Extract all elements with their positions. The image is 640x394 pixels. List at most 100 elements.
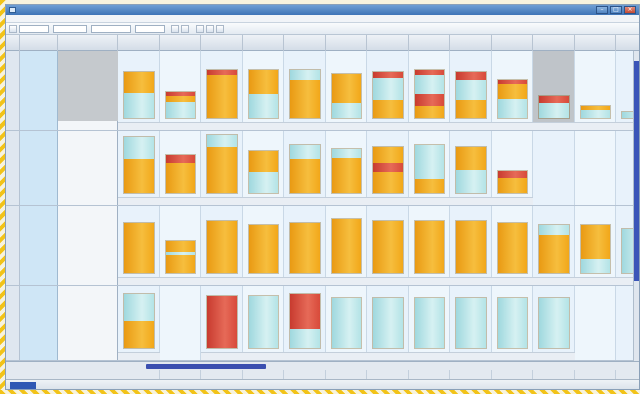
- toolbar-button[interactable]: [216, 25, 224, 33]
- capacity-bar[interactable]: [538, 297, 570, 349]
- filter-combo[interactable]: [91, 25, 131, 33]
- capacity-bar[interactable]: [247, 69, 279, 119]
- capacity-bar[interactable]: [247, 295, 279, 349]
- period-combo[interactable]: [53, 25, 87, 33]
- cell-footer: [201, 197, 243, 205]
- cell-footer: [491, 277, 533, 285]
- capacity-bar[interactable]: [372, 146, 404, 194]
- orange-load-segment: [580, 225, 610, 259]
- cell-footer: [159, 197, 201, 205]
- capacity-bar[interactable]: [413, 297, 445, 349]
- capacity-bar[interactable]: [330, 73, 362, 119]
- maximize-button[interactable]: □: [610, 6, 622, 14]
- red-load-segment: [497, 171, 527, 178]
- capacity-bar[interactable]: [247, 150, 279, 194]
- capacity-bar[interactable]: [289, 69, 321, 119]
- toolbar-button[interactable]: [181, 25, 189, 33]
- planning-grid: [6, 51, 639, 361]
- capacity-bar[interactable]: [206, 220, 238, 274]
- cyan-load-segment: [124, 294, 154, 321]
- toolbar-button[interactable]: [171, 25, 179, 33]
- capacity-bar[interactable]: [206, 134, 238, 194]
- capacity-bar[interactable]: [123, 136, 155, 194]
- capacity-bar[interactable]: [289, 144, 321, 194]
- capacity-bar[interactable]: [372, 297, 404, 349]
- view-combo[interactable]: [19, 25, 49, 33]
- capacity-bar[interactable]: [455, 71, 487, 119]
- resource-lane[interactable]: [6, 51, 639, 131]
- capacity-bar[interactable]: [538, 224, 570, 274]
- day-column-header[interactable]: [326, 35, 367, 51]
- cell-footer: [242, 197, 284, 205]
- capacity-bar[interactable]: [123, 71, 155, 119]
- capacity-bar[interactable]: [330, 297, 362, 349]
- name-column-header[interactable]: [20, 35, 58, 51]
- minimize-button[interactable]: –: [596, 6, 608, 14]
- capacity-bar[interactable]: [455, 146, 487, 194]
- day-column-header[interactable]: [160, 35, 201, 51]
- capacity-bar[interactable]: [164, 154, 196, 194]
- capacity-bar[interactable]: [123, 222, 155, 274]
- cyan-load-segment: [124, 137, 154, 160]
- cell-footer: [450, 277, 492, 285]
- capacity-bar[interactable]: [330, 148, 362, 194]
- day-column-header[interactable]: [284, 35, 326, 51]
- day-column-header[interactable]: [616, 35, 639, 51]
- status-indicator: [10, 382, 36, 389]
- toolbar-button[interactable]: [206, 25, 214, 33]
- capacity-bar[interactable]: [289, 293, 321, 349]
- day-column-header[interactable]: [201, 35, 243, 51]
- horizontal-scrollbar-thumb[interactable]: [146, 364, 266, 369]
- capacity-bar[interactable]: [372, 220, 404, 274]
- capacity-bar[interactable]: [538, 95, 570, 119]
- resource-lane[interactable]: [6, 131, 639, 206]
- capacity-bar[interactable]: [579, 105, 611, 119]
- capacity-bar[interactable]: [413, 220, 445, 274]
- capacity-bar[interactable]: [372, 71, 404, 119]
- toolbar-button[interactable]: [9, 25, 17, 33]
- day-column-header[interactable]: [367, 35, 409, 51]
- capacity-bar[interactable]: [579, 224, 611, 274]
- toolbar-button[interactable]: [196, 25, 204, 33]
- capacity-bar[interactable]: [455, 220, 487, 274]
- day-column-header[interactable]: [243, 35, 284, 51]
- day-column-header[interactable]: [118, 35, 160, 51]
- red-load-segment: [373, 163, 403, 173]
- capacity-bar[interactable]: [247, 224, 279, 274]
- capacity-bar[interactable]: [206, 69, 238, 119]
- capacity-bar[interactable]: [164, 240, 196, 274]
- capacity-bar[interactable]: [330, 218, 362, 274]
- orange-load-segment: [414, 221, 444, 273]
- red-load-segment: [414, 94, 444, 106]
- capacity-bar[interactable]: [164, 91, 196, 119]
- cell-footer: [159, 277, 201, 285]
- day-column-header[interactable]: [533, 35, 575, 51]
- day-column-header[interactable]: [575, 35, 616, 51]
- capacity-bar[interactable]: [289, 222, 321, 274]
- cell-footer: [201, 277, 243, 285]
- capacity-bar[interactable]: [206, 295, 238, 349]
- day-column-header[interactable]: [450, 35, 492, 51]
- day-total-cell: [326, 370, 367, 379]
- cell-footer: [491, 197, 533, 205]
- info-column-header[interactable]: [58, 35, 118, 51]
- cyan-load-segment: [539, 225, 569, 235]
- group-combo[interactable]: [135, 25, 165, 33]
- close-button[interactable]: ×: [624, 6, 636, 14]
- red-load-segment: [539, 96, 569, 103]
- day-column-header[interactable]: [492, 35, 533, 51]
- capacity-bar[interactable]: [123, 293, 155, 349]
- cell-footer: [284, 277, 326, 285]
- capacity-bar[interactable]: [413, 69, 445, 119]
- capacity-bar[interactable]: [413, 144, 445, 194]
- capacity-bar[interactable]: [455, 297, 487, 349]
- capacity-bar[interactable]: [496, 297, 528, 349]
- vertical-scrollbar[interactable]: [633, 51, 639, 371]
- day-column-header[interactable]: [409, 35, 450, 51]
- capacity-bar[interactable]: [496, 170, 528, 194]
- orange-load-segment: [539, 234, 569, 273]
- capacity-bar[interactable]: [496, 222, 528, 274]
- capacity-bar[interactable]: [496, 79, 528, 119]
- orange-load-segment: [290, 223, 320, 273]
- vertical-scrollbar-thumb[interactable]: [634, 61, 639, 281]
